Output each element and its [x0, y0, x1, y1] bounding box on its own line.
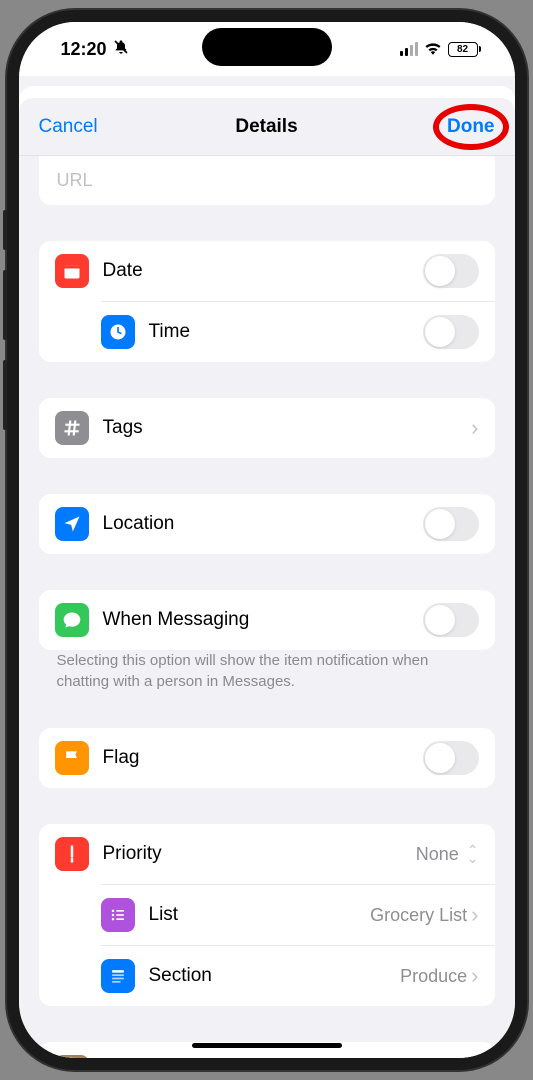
date-label: Date — [103, 260, 423, 282]
nav-bar: Cancel Details Done — [19, 98, 515, 156]
priority-label: Priority — [103, 843, 416, 865]
section-value: Produce — [400, 966, 467, 987]
subtasks-icon — [55, 1055, 89, 1058]
list-label: List — [149, 904, 371, 926]
location-row[interactable]: Location — [39, 494, 495, 554]
signal-icon — [400, 42, 418, 56]
tags-label: Tags — [103, 417, 472, 439]
date-toggle[interactable] — [423, 254, 479, 288]
location-toggle[interactable] — [423, 507, 479, 541]
time-toggle[interactable] — [423, 315, 479, 349]
chevron-right-icon: › — [471, 963, 478, 989]
flag-icon — [55, 741, 89, 775]
battery-icon: 82 — [448, 42, 481, 57]
tags-row[interactable]: Tags › — [39, 398, 495, 458]
dynamic-island — [202, 28, 332, 66]
priority-value: None — [416, 844, 459, 865]
status-time: 12:20 — [61, 39, 107, 60]
date-row[interactable]: Date — [39, 241, 495, 301]
clock-icon — [101, 315, 135, 349]
updown-icon: ⌃⌄ — [467, 846, 479, 863]
priority-icon — [55, 837, 89, 871]
section-icon — [101, 959, 135, 993]
time-label: Time — [149, 321, 423, 343]
message-icon — [55, 603, 89, 637]
location-label: Location — [103, 513, 423, 535]
home-indicator[interactable] — [192, 1043, 342, 1048]
section-label: Section — [149, 965, 401, 987]
priority-row[interactable]: Priority None ⌃⌄ — [39, 824, 495, 884]
list-icon — [101, 898, 135, 932]
list-value: Grocery List — [370, 905, 467, 926]
chevron-right-icon: › — [471, 902, 478, 928]
section-row[interactable]: Section Produce › — [101, 945, 495, 1006]
cancel-button[interactable]: Cancel — [39, 116, 98, 138]
messaging-row[interactable]: When Messaging — [39, 590, 495, 650]
flag-label: Flag — [103, 747, 423, 769]
chevron-right-icon: › — [471, 415, 478, 441]
flag-toggle[interactable] — [423, 741, 479, 775]
list-row[interactable]: List Grocery List › — [101, 884, 495, 945]
wifi-icon — [424, 39, 442, 60]
hash-icon — [55, 411, 89, 445]
done-button[interactable]: Done — [447, 116, 495, 138]
time-row[interactable]: Time — [101, 301, 495, 362]
page-title: Details — [235, 116, 297, 138]
messaging-toggle[interactable] — [423, 603, 479, 637]
url-input[interactable]: URL — [39, 156, 495, 205]
location-icon — [55, 507, 89, 541]
flag-row[interactable]: Flag — [39, 728, 495, 788]
messaging-label: When Messaging — [103, 609, 423, 631]
calendar-icon — [55, 254, 89, 288]
silent-icon — [113, 39, 129, 60]
messaging-footer: Selecting this option will show the item… — [39, 642, 495, 692]
